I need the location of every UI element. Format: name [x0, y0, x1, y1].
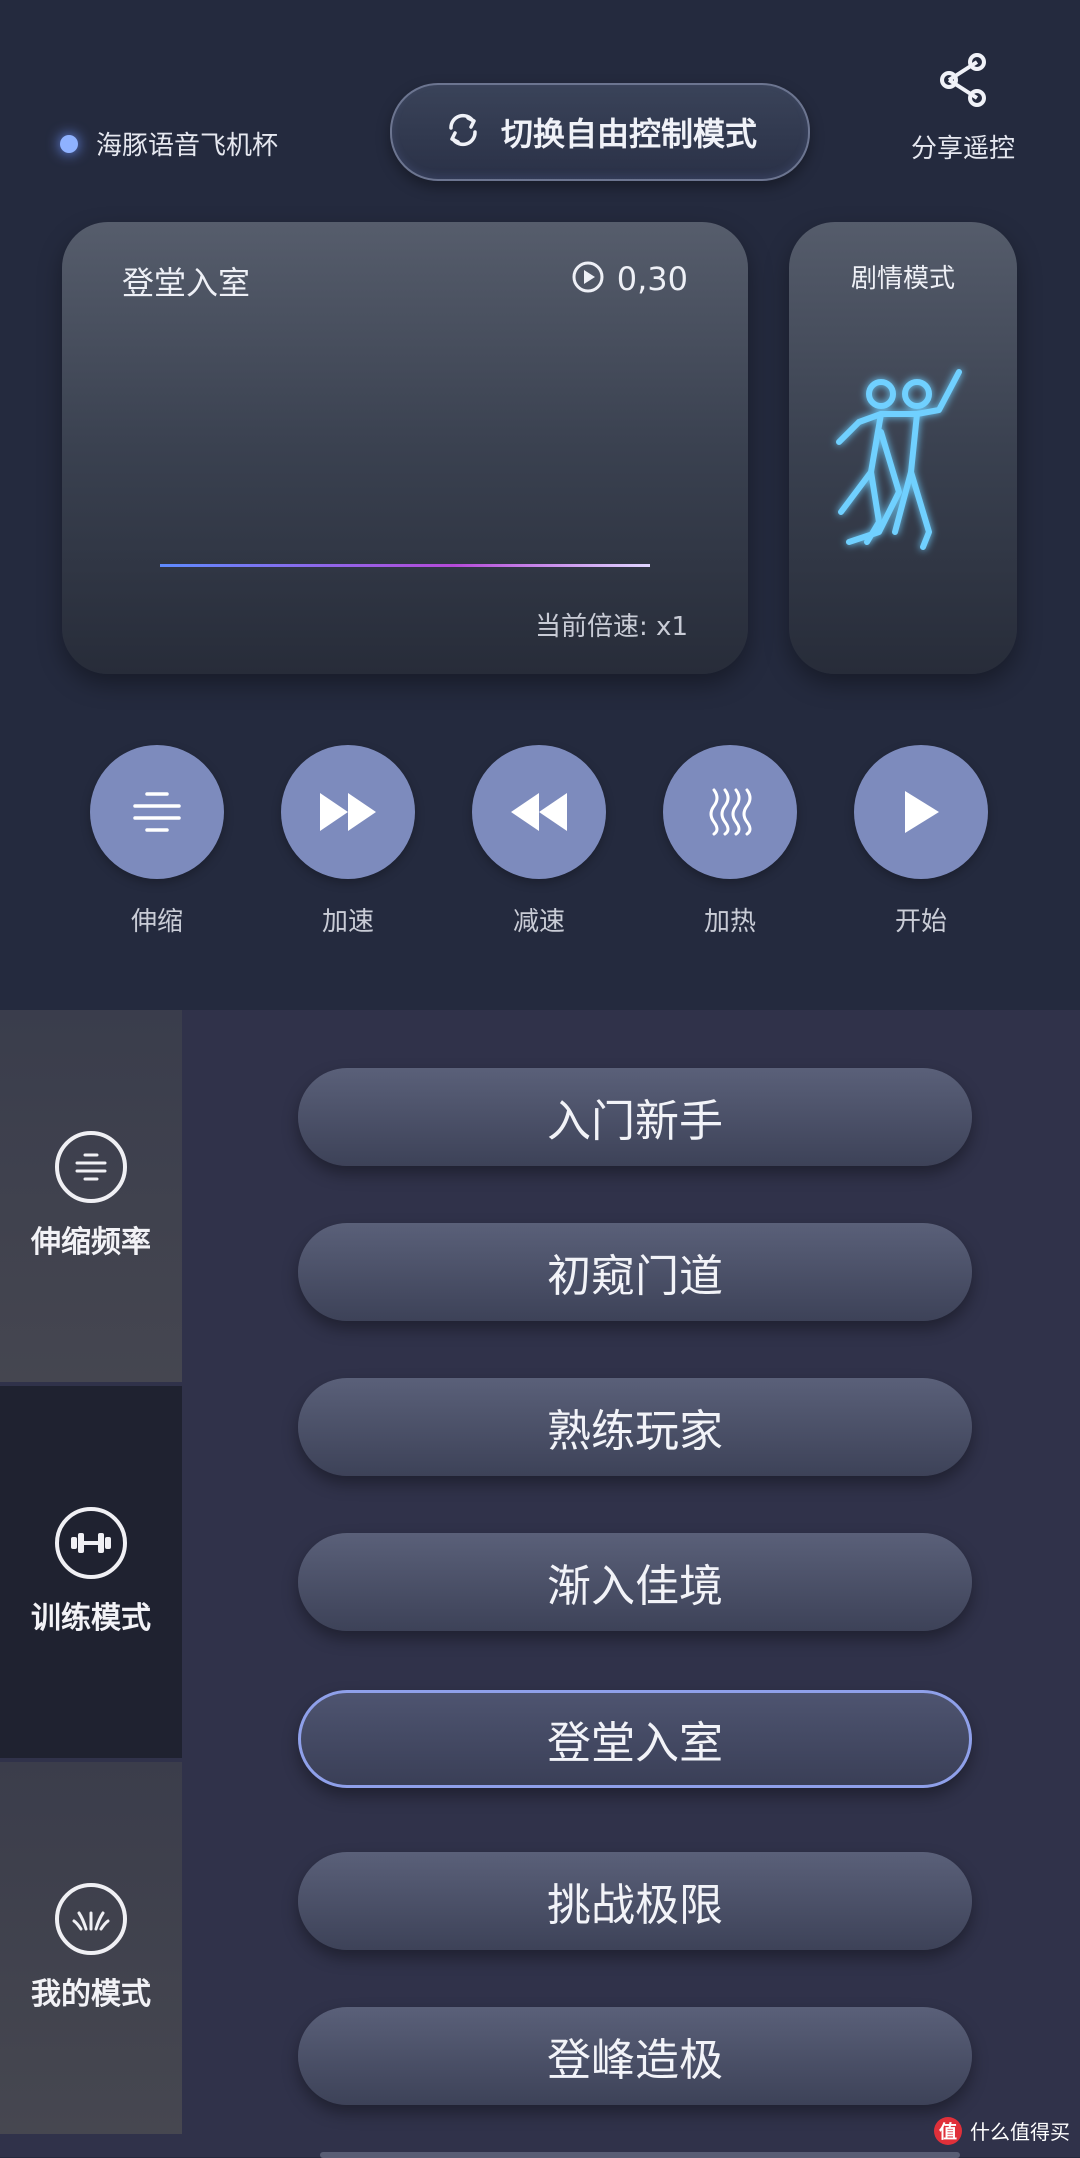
control-bar: 伸缩 加速 减速 加热 开始 [0, 745, 1080, 945]
sidebar-item-my-mode[interactable]: 我的模式 [0, 1762, 182, 2134]
play-circle-icon [571, 260, 605, 298]
watermark-badge: 值 [934, 2116, 962, 2145]
mode-button-skilled[interactable]: 熟练玩家 [298, 1378, 972, 1476]
current-scene-card: 登堂入室 0,30 当前倍速: x1 [62, 222, 748, 674]
sidebar-item-frequency[interactable]: 伸缩频率 [0, 1010, 182, 1382]
dumbbell-icon [55, 1507, 127, 1579]
sidebar-label: 伸缩频率 [31, 1225, 151, 1260]
scene-time: 0,30 [616, 260, 688, 298]
share-label: 分享遥控 [910, 134, 1015, 164]
telescopic-icon [90, 745, 224, 879]
device-name: 海豚语音飞机杯 [96, 131, 279, 161]
control-label: 开始 [894, 907, 947, 937]
sidebar-label: 训练模式 [31, 1601, 151, 1636]
mode-button-challenge[interactable]: 挑战极限 [298, 1852, 972, 1950]
fast-forward-icon [281, 745, 415, 879]
mode-button-novice[interactable]: 初窥门道 [298, 1223, 972, 1321]
control-label: 减速 [512, 907, 565, 937]
scene-progress-line [160, 564, 650, 567]
scene-timer: 0,30 [571, 260, 688, 298]
top-bar: 海豚语音飞机杯 切换自由控制模式 分享遥控 [0, 0, 1080, 220]
connection-status-dot [60, 134, 78, 153]
frequency-icon [55, 1131, 127, 1203]
mode-panel: 伸缩频率 训练模式 我的模式 入门新手 初窥门道 熟练玩家 渐入佳境 登堂入室 … [0, 1010, 1080, 2158]
rewind-icon [472, 745, 606, 879]
dancing-couple-icon [819, 362, 989, 566]
play-icon [854, 745, 988, 879]
story-mode-card[interactable]: 剧情模式 [789, 222, 1017, 674]
control-slow-down[interactable]: 减速 [472, 745, 606, 938]
mode-button-expert-selected[interactable]: 登堂入室 [298, 1690, 972, 1788]
mode-button-peak[interactable]: 登峰造极 [298, 2007, 972, 2105]
sidebar-label: 我的模式 [31, 1977, 151, 2012]
my-mode-icon [55, 1883, 127, 1955]
heat-icon [663, 745, 797, 879]
story-mode-title: 剧情模式 [850, 264, 955, 294]
control-start[interactable]: 开始 [854, 745, 988, 938]
watermark: 值 什么值得买 [934, 2116, 1070, 2145]
mode-button-advancing[interactable]: 渐入佳境 [298, 1533, 972, 1631]
control-label: 加热 [703, 907, 756, 937]
refresh-icon [443, 110, 483, 154]
control-speed-up[interactable]: 加速 [281, 745, 415, 938]
share-icon [937, 53, 989, 114]
control-label: 加速 [321, 907, 374, 937]
scene-title: 登堂入室 [122, 264, 251, 302]
control-heat[interactable]: 加热 [663, 745, 797, 938]
current-speed: 当前倍速: x1 [535, 612, 688, 642]
mode-sidebar: 伸缩频率 训练模式 我的模式 [0, 1010, 182, 2134]
control-telescopic[interactable]: 伸缩 [90, 745, 224, 938]
mode-button-beginner[interactable]: 入门新手 [298, 1068, 972, 1166]
device-indicator: 海豚语音飞机杯 [60, 125, 278, 162]
switch-label: 切换自由控制模式 [500, 115, 757, 153]
partial-mode-button [320, 2152, 960, 2158]
share-remote-button[interactable]: 分享遥控 [898, 50, 1028, 165]
switch-free-control-button[interactable]: 切换自由控制模式 [390, 83, 810, 181]
sidebar-item-training[interactable]: 训练模式 [0, 1386, 182, 1758]
control-label: 伸缩 [130, 907, 183, 937]
watermark-text: 什么值得买 [970, 2120, 1070, 2144]
